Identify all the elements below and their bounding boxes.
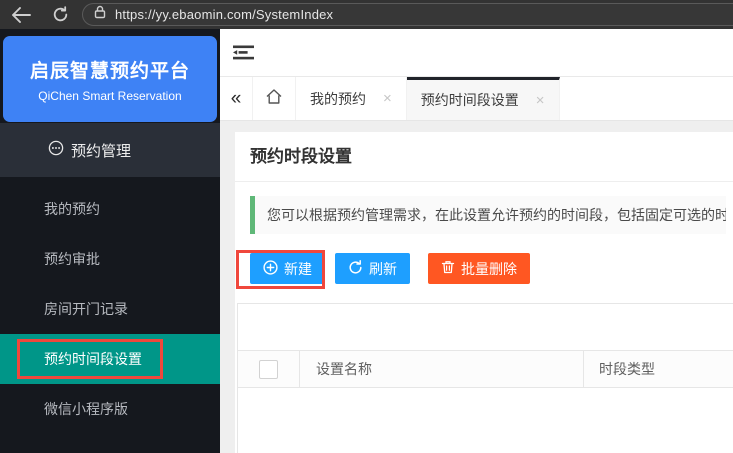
table-header-checkbox-cell: [238, 351, 300, 387]
home-icon: [265, 88, 283, 110]
tab-bar: « 我的预约 × 预约时间段设置 ×: [220, 77, 733, 121]
brand-card: 启辰智慧预约平台 QiChen Smart Reservation: [3, 36, 217, 122]
batch-delete-button[interactable]: 批量删除: [428, 253, 530, 284]
close-icon[interactable]: ×: [536, 93, 545, 108]
sidebar-parent-label: 预约管理: [71, 140, 131, 161]
tab-label: 预约时间段设置: [421, 90, 519, 110]
table-body-empty: [238, 388, 733, 453]
sidebar: 启辰智慧预约平台 QiChen Smart Reservation 预约管理 我…: [0, 29, 220, 453]
new-button[interactable]: 新建: [250, 253, 325, 284]
tabs-scroll-left-icon[interactable]: «: [220, 77, 252, 120]
sidebar-item-my-bookings[interactable]: 我的预约: [0, 184, 220, 234]
address-bar[interactable]: https://yy.ebaomin.com/SystemIndex: [82, 3, 733, 26]
page-title: 预约时段设置: [250, 148, 726, 166]
new-button-label: 新建: [284, 259, 312, 279]
tab-label: 我的预约: [310, 89, 366, 109]
page-panel: 预约时段设置 您可以根据预约管理需求，在此设置允许预约的时间段，包括固定可选的时…: [235, 132, 733, 453]
plus-circle-icon: [263, 260, 278, 278]
refresh-button-label: 刷新: [369, 259, 397, 279]
column-header-setting-name: 设置名称: [300, 351, 584, 387]
table-toolbar: [238, 304, 733, 350]
sidebar-item-wechat-miniprogram[interactable]: 微信小程序版: [0, 384, 220, 434]
toolbar-buttons: 新建 刷新 批量删除: [250, 253, 726, 284]
tab-timeslot-settings[interactable]: 预约时间段设置 ×: [407, 77, 560, 120]
url-text: https://yy.ebaomin.com/SystemIndex: [115, 7, 333, 22]
tab-home[interactable]: [252, 77, 296, 120]
trash-icon: [441, 260, 455, 277]
tab-my-bookings[interactable]: 我的预约 ×: [296, 77, 407, 120]
refresh-button[interactable]: 刷新: [335, 253, 410, 284]
sidebar-item-timeslot-settings[interactable]: 预约时间段设置: [0, 334, 220, 384]
info-banner-text: 您可以根据预约管理需求，在此设置允许预约的时间段，包括固定可选的时: [267, 207, 726, 223]
refresh-icon: [348, 260, 363, 278]
main-header: [220, 29, 733, 77]
table-header-row: 设置名称 时段类型: [238, 350, 733, 388]
collapse-sidebar-icon[interactable]: [233, 45, 254, 60]
brand-subtitle: QiChen Smart Reservation: [38, 89, 181, 103]
close-icon[interactable]: ×: [383, 91, 392, 106]
sidebar-item-booking-approval[interactable]: 预约审批: [0, 234, 220, 284]
lock-icon: [94, 5, 106, 24]
data-table: 设置名称 时段类型: [237, 303, 733, 453]
column-header-timeslot-type: 时段类型: [584, 351, 733, 387]
select-all-checkbox[interactable]: [259, 360, 278, 379]
browser-toolbar: https://yy.ebaomin.com/SystemIndex: [0, 0, 733, 29]
sidebar-submenu: 我的预约 预约审批 房间开门记录 预约时间段设置 微信小程序版: [0, 177, 220, 434]
sidebar-item-room-door-records[interactable]: 房间开门记录: [0, 284, 220, 334]
screenshot-frame: https://yy.ebaomin.com/SystemIndex 启辰智慧预…: [0, 0, 733, 453]
content-area: 预约时段设置 您可以根据预约管理需求，在此设置允许预约的时间段，包括固定可选的时…: [220, 121, 733, 453]
back-icon[interactable]: [11, 7, 31, 23]
chat-dots-icon: [48, 140, 64, 160]
title-divider: [235, 181, 733, 182]
reload-icon[interactable]: [52, 6, 69, 23]
info-banner: 您可以根据预约管理需求，在此设置允许预约的时间段，包括固定可选的时: [250, 196, 726, 234]
sidebar-item-booking-management[interactable]: 预约管理: [0, 123, 220, 177]
main-area: « 我的预约 × 预约时间段设置 × 预约时段设置: [220, 29, 733, 453]
brand-title: 启辰智慧预约平台: [30, 56, 190, 83]
batch-delete-button-label: 批量删除: [461, 259, 517, 279]
